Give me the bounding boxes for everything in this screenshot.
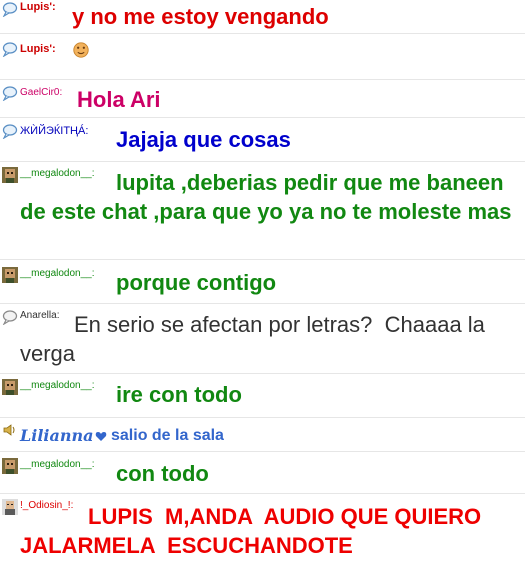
chat-message: GaelCir0: Hola Ari [0, 80, 525, 118]
message-text: Hola Ari [77, 87, 161, 112]
message-text: lupita ,deberias pedir que me baneen de … [20, 170, 512, 224]
speech-bubble-icon [2, 309, 18, 325]
user-photo-icon [2, 499, 18, 515]
username[interactable]: __megalodon__: [20, 458, 95, 471]
username[interactable]: Lupis': [20, 1, 56, 14]
message-text: y no me estoy vengando [72, 4, 329, 29]
heart-icon [95, 429, 107, 447]
username[interactable]: Lupis': [20, 43, 56, 56]
speech-bubble-icon [2, 41, 18, 57]
message-text: Jajaja que cosas [116, 127, 291, 152]
username[interactable]: ЖЍЙЭЌΙТҢÁ: [20, 125, 88, 138]
chat-message: !_Odiosin_!: LUPIS M,ANDA AUDIO QUE QUIE… [0, 494, 525, 572]
chat-log: Lupis': y no me estoy vengando Lupis': G… [0, 0, 525, 572]
message-text: LUPIS M,ANDA AUDIO QUE QUIERO JALARMELA … [20, 504, 488, 558]
message-text: ire con todo [116, 382, 242, 407]
chat-message: Lupis': y no me estoy vengando [0, 0, 525, 34]
user-photo-icon [2, 167, 18, 183]
username[interactable]: GaelCir0: [20, 86, 62, 99]
chat-message: ЖЍЙЭЌΙТҢÁ: Jajaja que cosas [0, 118, 525, 162]
system-text: salio de la sala [111, 427, 224, 444]
chat-message: Anarella: En serio se afectan por letras… [0, 304, 525, 374]
username[interactable]: Lilianna [20, 426, 93, 446]
system-message: Lilianna salio de la sala [0, 418, 525, 452]
cookie-face-emoji [73, 42, 89, 58]
speech-bubble-icon [2, 123, 18, 139]
chat-message: __megalodon__: porque contigo [0, 260, 525, 304]
user-photo-icon [2, 267, 18, 283]
user-photo-icon [2, 458, 18, 474]
chat-message: __megalodon__: lupita ,deberias pedir qu… [0, 162, 525, 260]
message-text: con todo [116, 461, 209, 486]
chat-message: Lupis': [0, 34, 525, 80]
message-text: porque contigo [116, 270, 277, 295]
chat-message: __megalodon__: con todo [0, 452, 525, 494]
message-text: En serio se afectan por letras? Chaaaa l… [20, 312, 492, 366]
user-photo-icon [2, 379, 18, 395]
speaker-icon [2, 422, 18, 438]
speech-bubble-icon [2, 1, 18, 17]
speech-bubble-icon [2, 85, 18, 101]
username[interactable]: __megalodon__: [20, 267, 95, 280]
username[interactable]: __megalodon__: [20, 379, 95, 392]
chat-message: __megalodon__: ire con todo [0, 374, 525, 418]
